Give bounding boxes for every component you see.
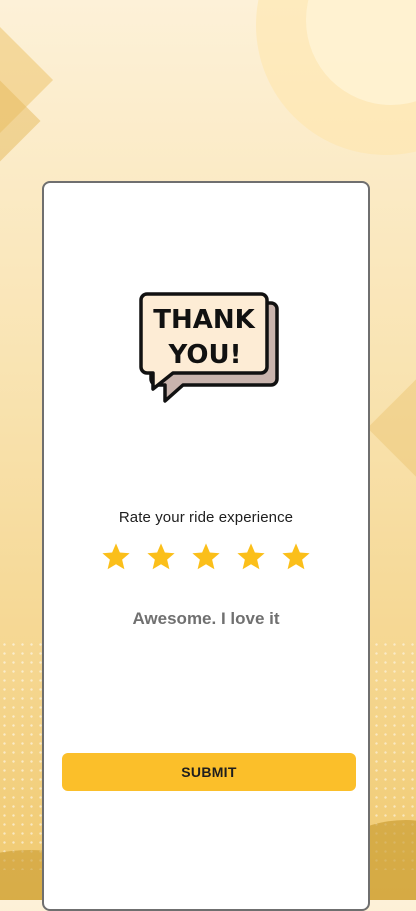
rate-label: Rate your ride experience: [118, 509, 294, 526]
thank-you-speech-bubble-icon: THANK YOU!: [139, 292, 279, 403]
star-icon[interactable]: [190, 541, 222, 573]
star-rating[interactable]: [44, 541, 368, 573]
star-icon[interactable]: [235, 541, 267, 573]
you-text: YOU!: [168, 340, 242, 370]
star-icon[interactable]: [100, 541, 132, 573]
star-icon[interactable]: [280, 541, 312, 573]
rating-description: Awesome. I love it: [132, 609, 280, 628]
background-diamond: [367, 371, 416, 485]
submit-button[interactable]: SUBMIT: [62, 753, 356, 791]
thank-text: THANK: [153, 305, 255, 335]
star-icon[interactable]: [145, 541, 177, 573]
background-dot-pattern: [0, 640, 44, 870]
rating-card: THANK YOU! Rate your ride experience Awe…: [42, 181, 370, 911]
